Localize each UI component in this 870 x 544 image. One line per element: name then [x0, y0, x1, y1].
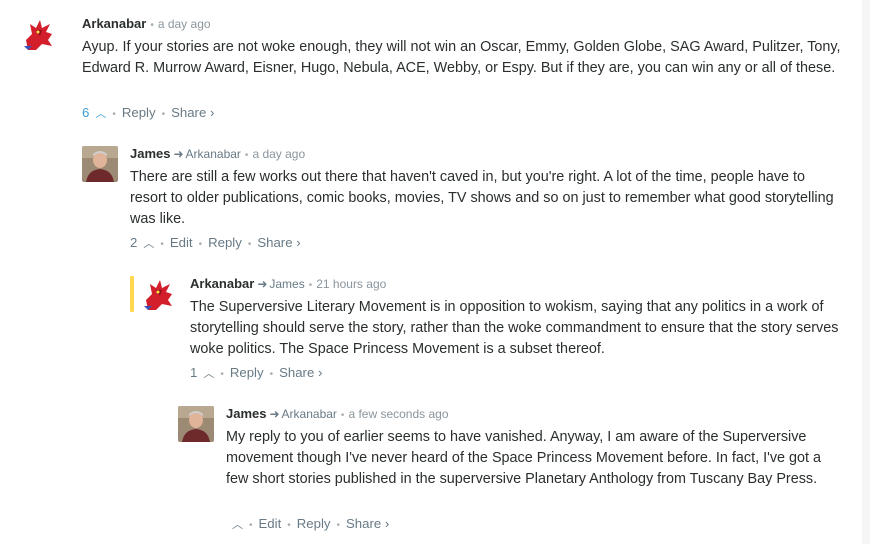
separator-dot: •: [269, 369, 274, 380]
chevron-up-icon: ︿: [95, 108, 107, 120]
reply-arrow-icon: ➜: [173, 147, 184, 161]
comment-footer: ︿ • Edit • Reply • Share ›: [226, 515, 389, 533]
comment-text: There are still a few works out there th…: [130, 169, 834, 227]
timestamp[interactable]: 21 hours ago: [316, 277, 386, 291]
reply-to-name[interactable]: James: [269, 277, 304, 291]
edit-link[interactable]: Edit: [170, 235, 193, 250]
share-link[interactable]: Share ›: [346, 516, 389, 531]
reply-link[interactable]: Reply: [122, 105, 156, 120]
author-name[interactable]: Arkanabar: [82, 16, 146, 31]
reply-arrow-icon: ➜: [257, 277, 268, 291]
separator-dot: •: [308, 280, 313, 291]
comment-text: The Superversive Literary Movement is in…: [190, 299, 839, 357]
vote-count: 6: [82, 105, 90, 120]
comment-header: James ➜ Arkanabar • a day ago: [130, 146, 305, 162]
share-link[interactable]: Share ›: [171, 105, 214, 120]
separator-dot: •: [220, 369, 224, 380]
upvote-button[interactable]: 1 ︿: [190, 365, 214, 380]
separator-dot: •: [287, 520, 291, 531]
comments-panel: Arkanabar • a day ago Ayup. If your storie…: [0, 0, 862, 544]
upvote-button[interactable]: 6 ︿: [82, 105, 106, 120]
comment-header: Arkanabar • a day ago: [82, 16, 211, 32]
reply-link[interactable]: Reply: [297, 516, 331, 531]
man-photo-icon: [178, 406, 214, 442]
red-dragon-icon: [22, 16, 58, 52]
timestamp[interactable]: a few seconds ago: [348, 407, 448, 421]
timestamp[interactable]: a day ago: [252, 147, 305, 161]
comment-header: James ➜ Arkanabar • a few seconds ago: [226, 406, 449, 422]
chevron-up-icon: ︿: [203, 368, 215, 380]
avatar[interactable]: [82, 146, 118, 182]
avatar[interactable]: [142, 276, 178, 312]
comment-header: Arkanabar ➜ James • 21 hours ago: [190, 276, 386, 292]
upvote-button[interactable]: ︿: [226, 516, 243, 531]
separator-dot: •: [336, 520, 340, 531]
author-name[interactable]: James: [130, 146, 170, 161]
edit-link[interactable]: Edit: [259, 516, 282, 531]
reply-to-name[interactable]: Arkanabar: [186, 147, 241, 161]
comment-text: My reply to you of earlier seems to have…: [226, 429, 822, 487]
reply-link[interactable]: Reply: [208, 235, 242, 250]
separator-dot: •: [150, 20, 154, 31]
timestamp[interactable]: a day ago: [158, 17, 211, 31]
author-name[interactable]: James: [226, 406, 266, 421]
avatar[interactable]: [178, 406, 214, 442]
reply-link[interactable]: Reply: [230, 365, 264, 380]
vote-count: 2: [130, 235, 138, 250]
reply-to-name[interactable]: Arkanabar: [282, 407, 337, 421]
comment-footer: 1 ︿ • Reply • Share ›: [190, 364, 322, 382]
separator-dot: •: [244, 150, 249, 161]
reply-arrow-icon: ➜: [269, 407, 280, 421]
comment-footer: 6 ︿ • Reply • Share ›: [82, 104, 214, 122]
red-dragon-icon: [142, 276, 178, 312]
separator-dot: •: [247, 239, 252, 250]
avatar[interactable]: [22, 16, 58, 52]
chevron-up-icon: ︿: [232, 519, 243, 531]
share-link[interactable]: Share ›: [279, 365, 322, 380]
separator-dot: •: [161, 109, 166, 120]
separator-dot: •: [112, 109, 116, 120]
chevron-up-icon: ︿: [143, 238, 155, 250]
share-link[interactable]: Share ›: [257, 235, 300, 250]
comment-footer: 2 ︿ • Edit • Reply • Share ›: [130, 234, 301, 252]
man-photo-icon: [82, 146, 118, 182]
separator-dot: •: [340, 410, 345, 421]
author-name[interactable]: Arkanabar: [190, 276, 254, 291]
comment-text: Ayup. If your stories are not woke enoug…: [82, 39, 841, 76]
separator-dot: •: [198, 239, 203, 250]
vote-count: 1: [190, 365, 198, 380]
separator-dot: •: [249, 520, 253, 531]
separator-dot: •: [160, 239, 164, 250]
upvote-button[interactable]: 2 ︿: [130, 235, 154, 250]
highlight-bar: [130, 276, 134, 312]
